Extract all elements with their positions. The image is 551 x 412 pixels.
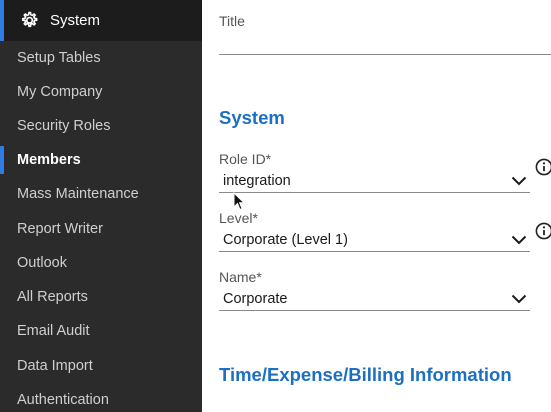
level-select[interactable]: Corporate (Level 1) bbox=[219, 228, 530, 252]
sidebar-item-data-import[interactable]: Data Import bbox=[0, 349, 202, 383]
name-select[interactable]: Corporate bbox=[219, 287, 530, 311]
sidebar-header-label: System bbox=[50, 12, 101, 29]
role-id-value: integration bbox=[223, 172, 291, 189]
chevron-down-icon bbox=[511, 294, 527, 303]
sidebar-item-label: Setup Tables bbox=[17, 50, 101, 66]
sidebar-item-label: Outlook bbox=[17, 255, 67, 271]
level-value: Corporate (Level 1) bbox=[223, 231, 348, 248]
sidebar-item-my-company[interactable]: My Company bbox=[0, 75, 202, 109]
sidebar-item-setup-tables[interactable]: Setup Tables bbox=[0, 41, 202, 75]
sidebar-item-label: All Reports bbox=[17, 289, 88, 305]
title-input[interactable] bbox=[219, 54, 551, 55]
role-id-label: Role ID* bbox=[219, 151, 272, 167]
sidebar-item-label: Report Writer bbox=[17, 221, 103, 237]
main-form: Title System Role ID* integration Level*… bbox=[202, 0, 551, 412]
name-value: Corporate bbox=[223, 290, 288, 307]
gear-icon bbox=[22, 11, 38, 27]
sidebar-item-label: My Company bbox=[17, 84, 103, 100]
title-label: Title bbox=[219, 13, 245, 29]
sidebar-item-label: Data Import bbox=[17, 358, 93, 374]
sidebar-item-label: Authentication bbox=[17, 392, 109, 408]
sidebar-item-email-audit[interactable]: Email Audit bbox=[0, 314, 202, 348]
sidebar-item-all-reports[interactable]: All Reports bbox=[0, 280, 202, 314]
sidebar-item-security-roles[interactable]: Security Roles bbox=[0, 109, 202, 143]
chevron-down-icon bbox=[511, 235, 527, 244]
sidebar-item-label: Email Audit bbox=[17, 323, 90, 339]
sidebar-item-report-writer[interactable]: Report Writer bbox=[0, 212, 202, 246]
mouse-cursor-icon bbox=[233, 192, 245, 211]
sidebar-header-system[interactable]: System bbox=[0, 0, 202, 41]
role-id-select[interactable]: integration bbox=[219, 169, 530, 193]
sidebar-item-label: Members bbox=[17, 152, 81, 168]
info-icon[interactable] bbox=[535, 222, 551, 240]
name-label: Name* bbox=[219, 269, 262, 285]
level-label: Level* bbox=[219, 210, 258, 226]
billing-section-title: Time/Expense/Billing Information bbox=[219, 364, 512, 385]
sidebar-item-authentication[interactable]: Authentication bbox=[0, 383, 202, 412]
sidebar: System Setup Tables My Company Security … bbox=[0, 0, 202, 412]
chevron-down-icon bbox=[511, 176, 527, 185]
sidebar-item-outlook[interactable]: Outlook bbox=[0, 246, 202, 280]
info-icon[interactable] bbox=[535, 158, 551, 176]
sidebar-item-mass-maintenance[interactable]: Mass Maintenance bbox=[0, 177, 202, 211]
sidebar-item-members[interactable]: Members bbox=[0, 143, 202, 177]
sidebar-item-label: Mass Maintenance bbox=[17, 186, 139, 202]
system-section-title: System bbox=[219, 107, 285, 128]
sidebar-item-label: Security Roles bbox=[17, 118, 111, 134]
